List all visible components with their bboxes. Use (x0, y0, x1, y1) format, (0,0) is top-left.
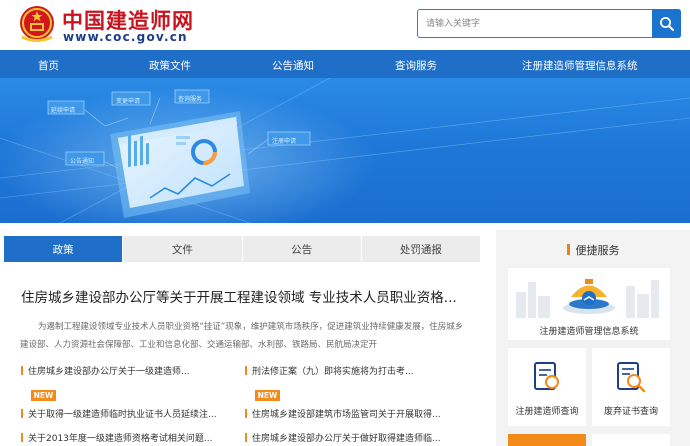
news-panel: 政策 文件 公告 处罚通报 住房城乡建设部办公厅等关于开展工程建设领域 专业技术… (4, 236, 480, 446)
headline-summary: 为遏制工程建设领域专业技术人员职业资格“挂证”现象，维护建筑市场秩序，促进建筑业… (20, 322, 464, 350)
registry-system-label: 注册建造师管理信息系统 (539, 327, 639, 337)
news-item[interactable]: 住房城乡建设部办公厅关于一级建造师... (21, 364, 190, 377)
national-emblem-logo[interactable] (18, 4, 56, 44)
new-badge: NEW (255, 390, 280, 401)
news-item[interactable]: 关于2013年度一级建造师资格考试相关问题... (21, 431, 213, 444)
builder-query-icon (534, 362, 559, 390)
tab-announcements[interactable]: 公告 (242, 236, 361, 262)
tab-documents[interactable]: 文件 (123, 236, 242, 262)
search-button[interactable] (652, 9, 681, 38)
quick-services-panel: 便捷服务 注册建造师管理信息系统 注册建造师查询 废弃证书查询 (496, 230, 690, 446)
more-service-card-top[interactable] (508, 434, 586, 446)
builder-query-card[interactable]: 注册建造师查询 (508, 348, 586, 426)
main-nav: 首页 政策文件 公告通知 查询服务 注册建造师管理信息系统 (0, 50, 690, 78)
banner-illustration (0, 78, 690, 223)
nav-item-home[interactable]: 首页 (38, 58, 59, 73)
float-label-renew: 延续申请 (51, 107, 76, 114)
new-badge: NEW (31, 390, 56, 401)
revoked-cert-query-card[interactable]: 废弃证书查询 (592, 348, 670, 426)
site-url: www.coc.gov.cn (63, 30, 188, 44)
nav-item-policy[interactable]: 政策文件 (149, 58, 191, 73)
nav-item-query[interactable]: 查询服务 (395, 58, 437, 73)
tab-policy[interactable]: 政策 (4, 236, 123, 262)
float-label-notice: 公告通知 (70, 158, 95, 165)
news-tabs: 政策 文件 公告 处罚通报 (4, 236, 480, 262)
quick-services-title: 便捷服务 (496, 242, 690, 258)
site-header: 中国建造师网 www.coc.gov.cn (0, 0, 690, 50)
revoked-cert-query-label: 废弃证书查询 (603, 407, 658, 417)
city-skyline-icon (516, 279, 659, 318)
search-input[interactable] (418, 10, 654, 37)
float-label-query: 查询服务 (178, 96, 203, 103)
hero-banner[interactable]: 延续申请 变更申请 查询服务 注册申请 公告通知 (0, 78, 690, 223)
search-icon (659, 16, 674, 31)
news-item[interactable]: 住房城乡建设部建筑市场监管司关于开展取得... (245, 407, 441, 420)
more-service-card-top[interactable] (592, 434, 670, 446)
float-label-change: 变更申请 (116, 98, 141, 105)
nav-item-registry-system[interactable]: 注册建造师管理信息系统 (522, 58, 638, 73)
news-item[interactable]: 刑法修正案（九）即将实施将为打击考... (245, 364, 414, 377)
search-box (417, 9, 681, 38)
certificate-search-icon (617, 362, 646, 393)
news-item[interactable]: 关于取得一级建造师临时执业证书人员延续注... (21, 407, 217, 420)
builder-query-label: 注册建造师查询 (515, 407, 579, 417)
registry-system-card[interactable]: 注册建造师管理信息系统 (508, 268, 670, 340)
tab-penalty-reports[interactable]: 处罚通报 (361, 236, 480, 262)
headline-link[interactable]: 住房城乡建设部办公厅等关于开展工程建设领域 专业技术人员职业资格... (21, 286, 457, 306)
float-label-register: 注册申请 (272, 138, 297, 145)
nav-item-notice[interactable]: 公告通知 (272, 58, 314, 73)
news-item[interactable]: 住房城乡建设部办公厅关于做好取得建造师临... (245, 431, 441, 444)
